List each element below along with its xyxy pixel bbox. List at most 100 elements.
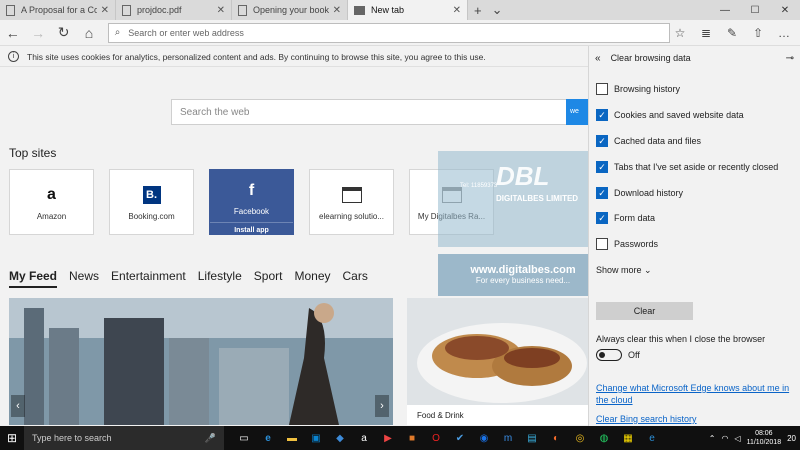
app-blue-icon[interactable]: ◉ <box>474 430 494 446</box>
reading-list-icon[interactable]: ≣ <box>696 26 716 40</box>
top-site-label: Facebook <box>233 207 270 216</box>
tray-chevron-icon[interactable]: ⌃ <box>709 434 716 443</box>
close-tab-icon[interactable]: ✕ <box>101 5 109 16</box>
top-site-elearning[interactable]: elearning solutio... <box>309 169 394 235</box>
clear-button[interactable]: Clear <box>596 302 693 320</box>
refresh-button[interactable]: ↻ <box>51 24 76 41</box>
feed-tab-cars[interactable]: Cars <box>343 269 368 288</box>
volume-icon[interactable]: ◁ <box>734 434 740 443</box>
option-tabs-set-aside[interactable]: ✓ Tabs that I've set aside or recently c… <box>596 161 778 173</box>
info-icon: i <box>8 51 19 62</box>
back-chevron-icon[interactable]: « <box>595 53 601 64</box>
microphone-icon[interactable]: 🎤 <box>205 433 216 444</box>
checkbox-checked[interactable]: ✓ <box>596 187 608 199</box>
install-app-button[interactable]: Install app <box>210 222 293 234</box>
top-site-amazon[interactable]: a Amazon <box>9 169 94 235</box>
taskbar: ⊞ Type here to search 🎤 ▭ e ▬ ▣ ◆ a ▶ ■ … <box>0 426 800 450</box>
close-tab-icon[interactable]: ✕ <box>453 5 461 16</box>
tab-opening-book[interactable]: Opening your book... ✕ <box>232 0 348 20</box>
whatsapp-icon[interactable]: ◍ <box>594 430 614 446</box>
feed-tab-lifestyle[interactable]: Lifestyle <box>198 269 242 288</box>
option-cookies[interactable]: ✓ Cookies and saved website data <box>596 109 744 121</box>
close-tab-icon[interactable]: ✕ <box>333 5 341 16</box>
watermark-brand: DBL <box>496 161 550 191</box>
option-form-data[interactable]: ✓ Form data <box>596 212 655 224</box>
edge-icon[interactable]: e <box>258 430 278 446</box>
toggle-state: Off <box>628 350 640 360</box>
file-explorer-icon[interactable]: ▬ <box>282 430 302 446</box>
tab-new-tab[interactable]: New tab ✕ <box>348 0 468 20</box>
chrome-icon[interactable]: ◎ <box>570 430 590 446</box>
change-edge-cloud-link[interactable]: Change what Microsoft Edge knows about m… <box>596 382 791 406</box>
search-button[interactable]: we <box>566 99 588 125</box>
ie-icon[interactable]: e <box>642 430 662 446</box>
minimize-button[interactable]: — <box>710 5 740 16</box>
fireworks-icon[interactable]: ▦ <box>618 430 638 446</box>
maximize-button[interactable]: ☐ <box>740 5 770 16</box>
carousel-prev-button[interactable]: ‹ <box>11 395 25 417</box>
feed-tab-my-feed[interactable]: My Feed <box>9 269 58 288</box>
checkbox-checked[interactable]: ✓ <box>596 135 608 147</box>
feed-tab-entertainment[interactable]: Entertainment <box>111 269 186 288</box>
top-site-booking[interactable]: B. Booking.com <box>109 169 194 235</box>
option-passwords[interactable]: Passwords <box>596 238 658 250</box>
wifi-icon[interactable]: ◠ <box>721 434 728 443</box>
watermark-company: DIGITALBES LIMITED <box>496 194 579 203</box>
app-m-icon[interactable]: m <box>498 430 518 446</box>
clock[interactable]: 08:06 11/10/2018 <box>747 429 782 447</box>
top-site-facebook[interactable]: f Facebook Install app <box>209 169 294 235</box>
dropbox-icon[interactable]: ◆ <box>330 430 350 446</box>
feed-tab-sport[interactable]: Sport <box>254 269 283 288</box>
news-card-image[interactable] <box>9 298 393 425</box>
opera-icon[interactable]: O <box>426 430 446 446</box>
watermark-banner: www.digitalbes.com For every business ne… <box>438 254 608 296</box>
start-button-icon[interactable]: ⊞ <box>0 431 24 445</box>
tab-proposal[interactable]: A Proposal for a Community ✕ <box>0 0 116 20</box>
address-bar[interactable]: ⌕ Search or enter web address <box>107 22 671 43</box>
forward-button[interactable]: → <box>25 25 50 41</box>
option-download-history[interactable]: ✓ Download history <box>596 187 683 199</box>
carousel-next-button[interactable]: › <box>375 395 389 417</box>
pen-icon[interactable]: ✎ <box>722 26 742 40</box>
close-window-button[interactable]: ✕ <box>770 5 800 16</box>
checkbox-checked[interactable]: ✓ <box>596 109 608 121</box>
checkbox-checked[interactable]: ✓ <box>596 161 608 173</box>
show-more-link[interactable]: Show more ⌄ <box>596 265 652 276</box>
tab-label: New tab <box>371 5 405 15</box>
new-tab-button[interactable]: + <box>474 3 482 18</box>
share-icon[interactable]: ⇧ <box>748 26 768 40</box>
watermark-phone: Tel: 11859373 <box>460 183 498 189</box>
feed-tab-money[interactable]: Money <box>294 269 330 288</box>
taskbar-search-input[interactable]: Type here to search 🎤 <box>24 426 224 450</box>
checkbox[interactable] <box>596 83 608 95</box>
back-button[interactable]: ← <box>0 25 25 41</box>
feed-tab-news[interactable]: News <box>69 269 99 288</box>
tab-projdoc[interactable]: projdoc.pdf ✕ <box>116 0 232 20</box>
favorites-icon[interactable]: ☆ <box>670 26 690 40</box>
task-view-icon[interactable]: ▭ <box>234 430 254 446</box>
news-card-food[interactable]: Food & Drink <box>407 298 588 425</box>
web-search-input[interactable]: Search the web <box>171 99 588 125</box>
option-cached-data[interactable]: ✓ Cached data and files <box>596 135 701 147</box>
home-button[interactable]: ⌂ <box>76 25 101 41</box>
option-browsing-history[interactable]: Browsing history <box>596 83 680 95</box>
tab-list-chevron-icon[interactable]: ⌄ <box>492 2 503 18</box>
more-icon[interactable]: … <box>774 26 794 40</box>
checkmark-app-icon[interactable]: ✔ <box>450 430 470 446</box>
clear-bing-history-link[interactable]: Clear Bing search history <box>596 413 791 425</box>
panel-title: Clear browsing data <box>610 53 691 63</box>
checkbox[interactable] <box>596 238 608 250</box>
amazon-icon[interactable]: a <box>354 430 374 446</box>
app-tile-icon[interactable]: ▤ <box>522 430 542 446</box>
close-tab-icon[interactable]: ✕ <box>217 5 225 16</box>
notifications-badge[interactable]: 20 <box>787 434 796 443</box>
pin-icon[interactable]: ⊸ <box>786 53 794 64</box>
clock-time: 08:06 <box>755 430 773 437</box>
app-icon[interactable]: ■ <box>402 430 422 446</box>
toggle-switch[interactable] <box>596 349 622 361</box>
media-icon[interactable]: ▶ <box>378 430 398 446</box>
always-clear-toggle[interactable]: Off <box>596 349 640 361</box>
checkbox-checked[interactable]: ✓ <box>596 212 608 224</box>
firefox-icon[interactable]: ◐ <box>546 430 566 446</box>
store-icon[interactable]: ▣ <box>306 430 326 446</box>
